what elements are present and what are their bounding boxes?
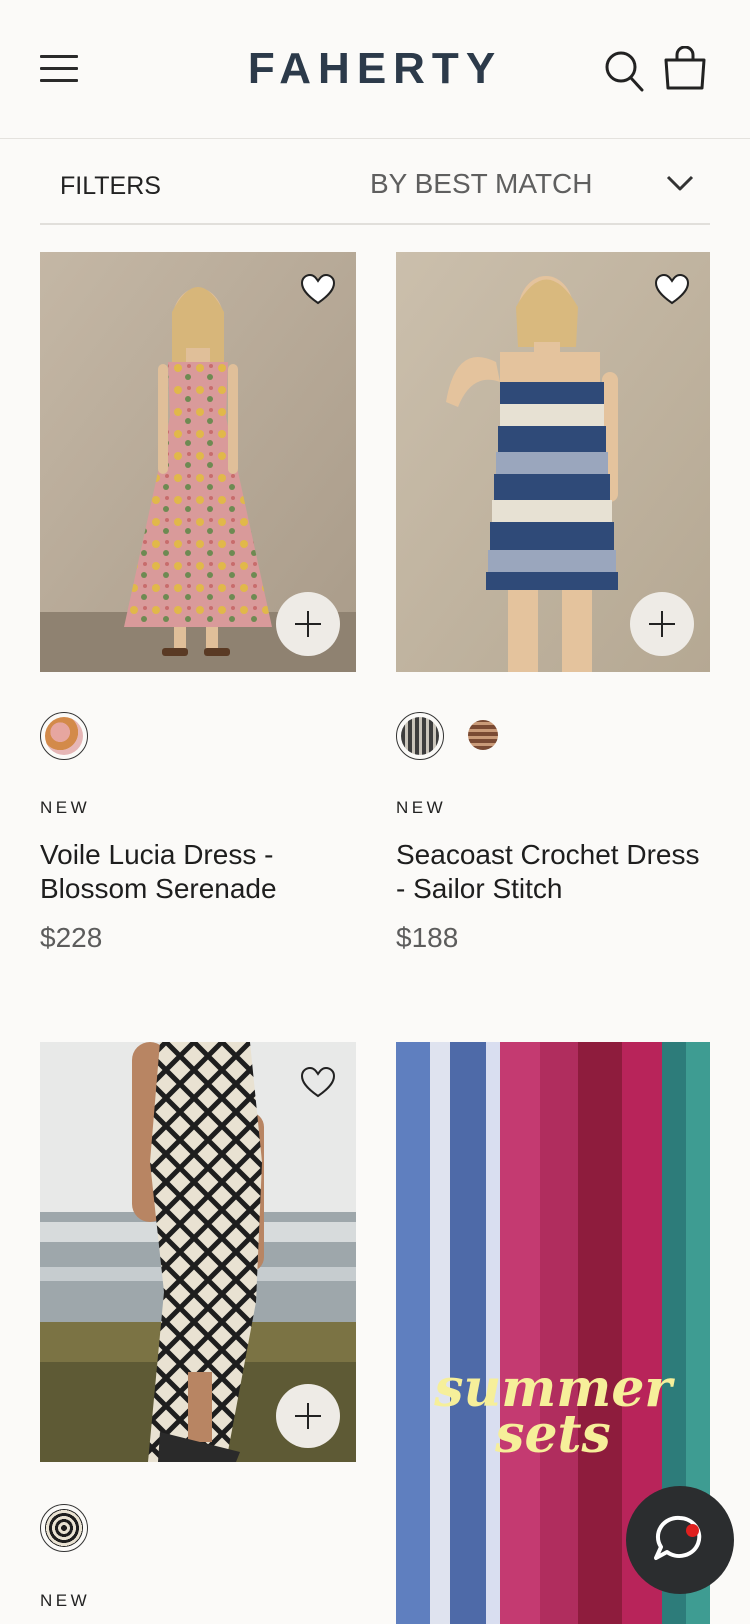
color-swatch[interactable] — [40, 1504, 88, 1552]
color-swatch[interactable] — [468, 720, 498, 750]
new-badge: NEW — [40, 798, 91, 817]
product-name[interactable]: Voile Lucia Dress - Blossom Serenade — [40, 838, 360, 906]
heart-icon[interactable] — [300, 273, 336, 305]
color-swatch[interactable] — [40, 712, 88, 760]
quick-add-button[interactable] — [630, 592, 694, 656]
search-icon[interactable] — [604, 50, 644, 92]
heart-icon[interactable] — [654, 273, 690, 305]
product-price: $228 — [40, 922, 103, 953]
new-badge: NEW — [396, 798, 447, 817]
color-swatch[interactable] — [396, 712, 444, 760]
new-badge: NEW — [40, 1591, 91, 1610]
chat-icon — [654, 1515, 702, 1560]
sort-dropdown[interactable]: BY BEST MATCH — [370, 168, 593, 200]
product-name[interactable]: Seacoast Crochet Dress - Sailor Stitch — [396, 838, 716, 906]
shopping-bag-icon[interactable] — [662, 46, 708, 90]
product-price: $188 — [396, 922, 459, 953]
quick-add-button[interactable] — [276, 592, 340, 656]
filters-button[interactable]: FILTERS — [60, 172, 161, 201]
chevron-down-icon[interactable] — [665, 173, 695, 193]
site-header: FAHERTY — [0, 0, 750, 139]
chat-button[interactable] — [626, 1486, 734, 1594]
notification-dot — [686, 1524, 699, 1537]
promo-headline-line2: sets — [495, 1404, 611, 1465]
quick-add-button[interactable] — [276, 1384, 340, 1448]
filter-sort-bar: FILTERS BY BEST MATCH — [40, 140, 710, 225]
heart-icon[interactable] — [300, 1066, 336, 1098]
